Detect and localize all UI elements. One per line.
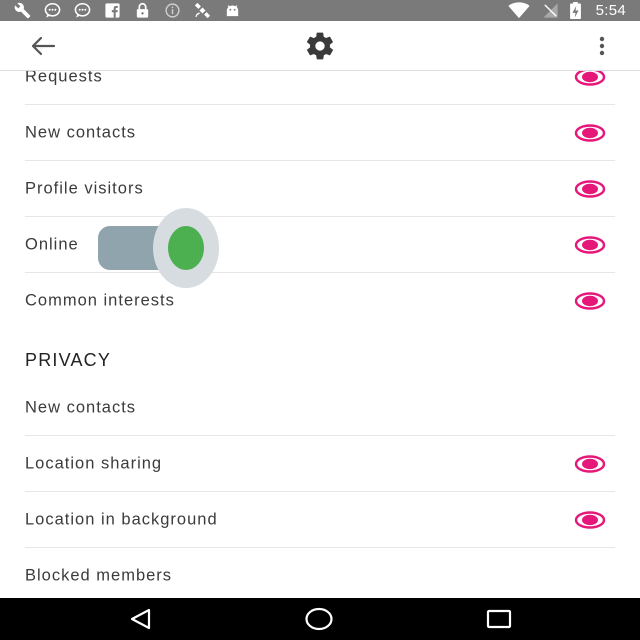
list-item-label: Blocked members xyxy=(25,566,173,585)
battery-charging-icon xyxy=(569,2,581,19)
facebook-icon xyxy=(105,3,120,18)
eye-icon[interactable] xyxy=(574,179,606,199)
status-icons-right: 5:54 xyxy=(506,2,626,19)
back-triangle-icon[interactable] xyxy=(127,606,155,632)
wrench-icon xyxy=(14,2,31,19)
list-item-label: Common interests xyxy=(25,291,175,310)
list-item-label: Location in background xyxy=(25,510,218,528)
home-circle-icon[interactable] xyxy=(305,606,333,632)
gear-icon xyxy=(306,32,333,60)
list-item-label: New contacts xyxy=(25,398,137,416)
chat-bubble-icon xyxy=(74,2,91,18)
status-bar: 5:54 xyxy=(0,0,640,21)
toggle-switch[interactable] xyxy=(97,207,221,289)
list-item-blocked-members[interactable]: Blocked members xyxy=(25,548,615,598)
info-icon xyxy=(165,3,180,18)
eye-icon[interactable] xyxy=(574,235,606,255)
list-item-label: Online xyxy=(25,235,79,253)
app-bar xyxy=(0,21,640,71)
navigation-bar xyxy=(0,598,640,640)
list-item-location-sharing[interactable]: Location sharing xyxy=(25,436,615,492)
eye-icon[interactable] xyxy=(574,454,606,474)
list-item-label: Profile visitors xyxy=(25,179,144,197)
list-item-privacy-new-contacts[interactable]: New contacts xyxy=(25,380,615,436)
chat-bubble-icon xyxy=(44,2,61,18)
recents-square-icon[interactable] xyxy=(485,606,513,632)
settings-list: Requests New contacts Profile visitors O… xyxy=(0,71,640,598)
list-item-label: New contacts xyxy=(25,123,137,141)
android-icon xyxy=(226,5,239,17)
eye-icon[interactable] xyxy=(574,510,606,530)
list-item-label: Location sharing xyxy=(25,454,163,472)
lock-icon xyxy=(136,3,149,18)
arrow-left-icon[interactable] xyxy=(28,34,58,58)
list-item-new-contacts[interactable]: New contacts xyxy=(25,105,615,161)
eye-icon[interactable] xyxy=(574,123,606,143)
list-item-requests[interactable]: Requests xyxy=(25,71,615,105)
more-vertical-icon[interactable] xyxy=(590,33,614,59)
status-icons-left xyxy=(14,2,241,19)
wifi-icon xyxy=(507,2,530,19)
eye-icon[interactable] xyxy=(574,291,606,311)
list-item-label: Requests xyxy=(25,71,103,85)
clock: 5:54 xyxy=(595,2,626,19)
list-item-location-in-background[interactable]: Location in background xyxy=(25,492,615,548)
satellite-icon xyxy=(194,2,211,19)
eye-icon[interactable] xyxy=(574,71,606,87)
no-signal-icon xyxy=(543,3,558,18)
section-title-privacy: PRIVACY xyxy=(25,350,112,370)
